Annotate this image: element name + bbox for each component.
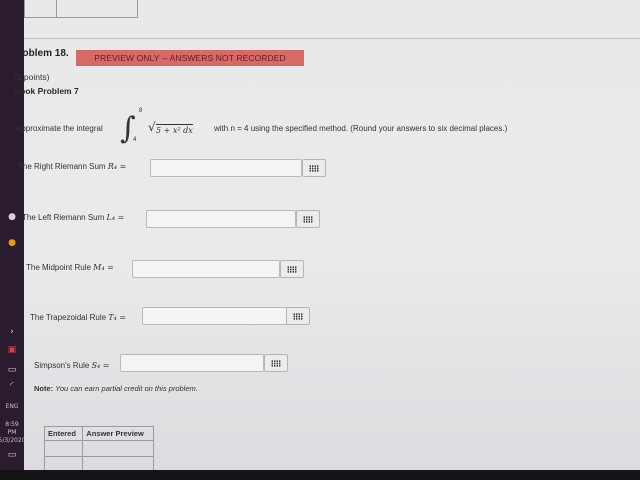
left-riemann-label: The Left Riemann Sum L₄ = — [22, 213, 125, 222]
clock-date: 5/3/2020 — [0, 437, 26, 444]
trapezoidal-label: The Trapezoidal Rule T₄ = — [30, 313, 127, 322]
question-lead: Approximate the integral — [16, 124, 103, 133]
book-reference: Book Problem 7 — [14, 86, 79, 96]
midpoint-label: The Midpoint Rule M₄ = — [26, 263, 114, 272]
header-answer-preview: Answer Preview — [82, 426, 154, 441]
right-riemann-symbol: R₄ = — [107, 162, 127, 171]
taskbar-app-icon[interactable]: ● — [0, 236, 24, 250]
note-text: You can earn partial credit on this prob… — [55, 384, 198, 393]
results-table: Entered Answer Preview — [43, 426, 154, 473]
clock[interactable]: 8:59 PM 5/3/2020 — [0, 421, 26, 444]
equation-editor-button[interactable] — [280, 260, 304, 278]
table-cell — [43, 440, 84, 457]
equation-editor-button[interactable] — [302, 159, 326, 177]
language-indicator[interactable]: ENG — [0, 402, 24, 412]
security-icon[interactable]: ▣ — [0, 344, 24, 356]
midpoint-input[interactable] — [132, 260, 280, 278]
sqrt-sign: √ — [148, 120, 156, 134]
wifi-icon[interactable]: ◜ — [0, 380, 24, 392]
problem-title: Problem 18. — [12, 48, 69, 59]
table-row — [43, 440, 154, 457]
upper-limit: 8 — [139, 108, 143, 114]
equation-editor-button[interactable] — [296, 210, 320, 228]
previous-problem-table — [24, 0, 138, 18]
integrand: 5 + x² dx — [156, 124, 193, 135]
taskbar-dot-icon[interactable]: ● — [0, 210, 24, 224]
monitor-bezel — [0, 470, 640, 480]
grid-icon — [303, 215, 313, 223]
webwork-page: Problem 18. PREVIEW ONLY -- ANSWERS NOT … — [12, 0, 640, 473]
section-divider — [24, 38, 640, 39]
equation-editor-button[interactable] — [264, 354, 288, 372]
partial-credit-note: Note: You can earn partial credit on thi… — [34, 384, 198, 393]
question-text: Approximate the integral ∫ 8 4 √ 5 + x² … — [16, 108, 576, 147]
notification-icon[interactable]: ▭ — [0, 448, 24, 462]
battery-icon[interactable]: ▭ — [0, 364, 24, 376]
lower-limit: 4 — [133, 137, 137, 143]
table-header-row: Entered Answer Preview — [43, 426, 154, 441]
table-cell — [82, 440, 154, 457]
simpsons-symbol: S₄ = — [91, 361, 110, 370]
chevron-right-icon[interactable]: › — [0, 326, 24, 338]
grid-icon — [309, 164, 319, 172]
right-riemann-label: The Right Riemann Sum R₄ = — [18, 162, 127, 171]
simpsons-input[interactable] — [120, 354, 264, 372]
grid-icon — [293, 312, 303, 320]
trapezoidal-symbol: T₄ = — [108, 313, 127, 322]
equation-editor-button[interactable] — [286, 307, 310, 325]
simpsons-label: Simpson's Rule S₄ = — [34, 361, 110, 370]
note-label: Note: — [34, 384, 54, 393]
right-riemann-input[interactable] — [150, 159, 302, 177]
preview-only-badge: PREVIEW ONLY -- ANSWERS NOT RECORDED — [76, 50, 304, 66]
left-riemann-symbol: L₄ = — [106, 213, 125, 222]
grid-icon — [271, 359, 281, 367]
header-entered: Entered — [43, 426, 84, 441]
midpoint-symbol: M₄ = — [93, 263, 114, 272]
table-cell — [25, 0, 57, 17]
left-riemann-input[interactable] — [146, 210, 296, 228]
problem-points: (5 points) — [14, 72, 50, 82]
question-instructions: with n = 4 using the specified method. (… — [214, 124, 508, 133]
trapezoidal-input[interactable] — [142, 307, 288, 325]
grid-icon — [287, 265, 297, 273]
clock-time: 8:59 PM — [5, 421, 19, 436]
